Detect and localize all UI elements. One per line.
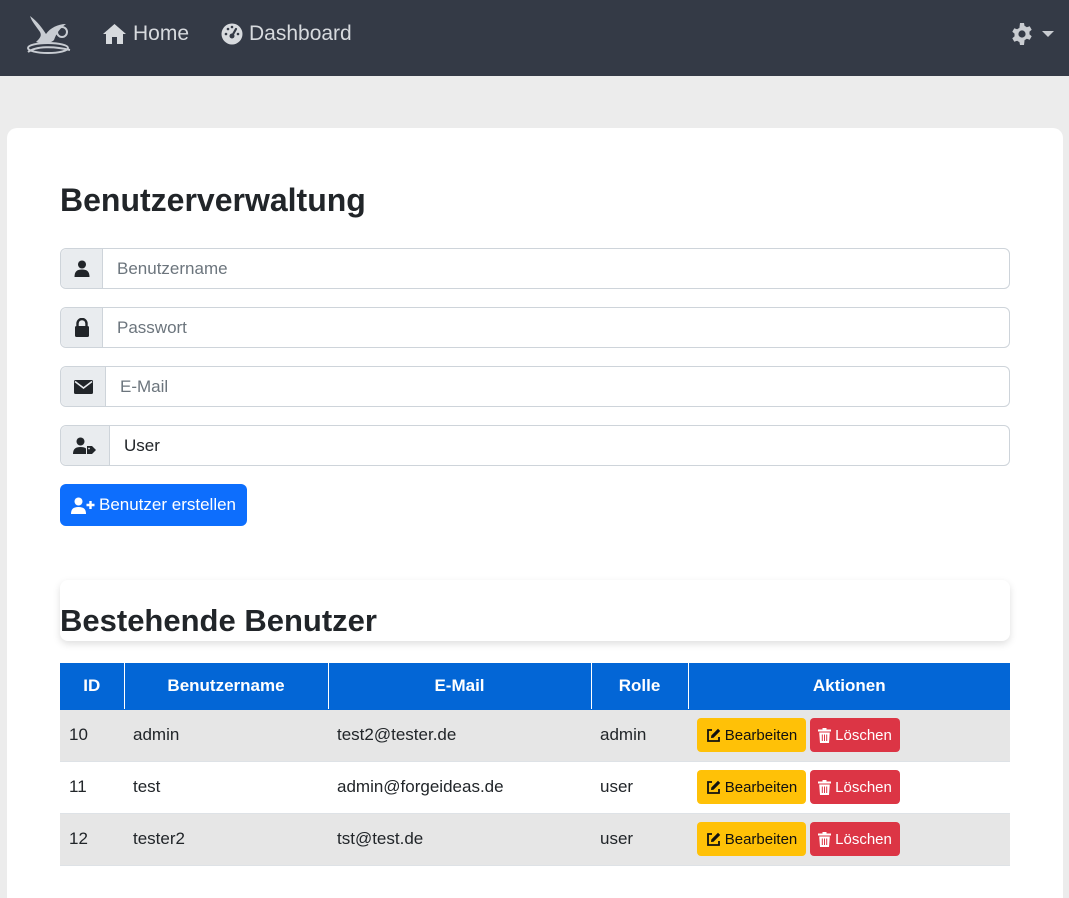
trash-icon (818, 831, 832, 847)
home-icon (103, 24, 126, 44)
user-tag-icon (73, 437, 96, 454)
cell-actions: Bearbeiten Löschen (688, 709, 1010, 762)
password-addon (61, 308, 103, 347)
password-input[interactable] (103, 308, 1009, 347)
users-table: ID Benutzername E-Mail Rolle Aktionen 10… (60, 663, 1010, 866)
column-header-role: Rolle (591, 663, 689, 710)
table-header-row: ID Benutzername E-Mail Rolle Aktionen (60, 663, 1010, 710)
column-header-id: ID (60, 663, 125, 710)
column-header-username: Benutzername (124, 663, 329, 710)
nav-home-label: Home (133, 22, 190, 45)
edit-icon (706, 728, 720, 742)
cell-id: 12 (60, 813, 124, 866)
delete-label: Löschen (835, 778, 892, 796)
column-header-actions: Aktionen (688, 663, 1010, 710)
role-group: User (60, 425, 1010, 466)
edit-label: Bearbeiten (724, 778, 798, 796)
create-user-label: Benutzer erstellen (98, 495, 237, 514)
email-group (60, 366, 1010, 407)
navbar: Home Dashboard (0, 0, 1069, 76)
username-addon (61, 249, 103, 288)
section-title: Bestehende Benutzer (60, 603, 377, 638)
brand-logo[interactable] (24, 12, 74, 58)
username-input[interactable] (103, 249, 1009, 288)
edit-label: Bearbeiten (724, 726, 798, 744)
cell-username: admin (124, 709, 328, 762)
nav-dashboard-label: Dashboard (249, 22, 352, 45)
user-icon (74, 260, 89, 277)
password-group (60, 307, 1010, 348)
edit-button[interactable]: Bearbeiten (697, 770, 806, 804)
cell-email: tst@test.de (328, 813, 591, 866)
cell-id: 11 (60, 761, 124, 814)
cell-username: test (124, 761, 328, 814)
column-header-email: E-Mail (328, 663, 592, 710)
create-user-button[interactable]: Benutzer erstellen (60, 484, 247, 526)
cell-id: 10 (60, 709, 124, 762)
delete-button[interactable]: Löschen (810, 822, 900, 856)
table-row: 11 test admin@forgeideas.de user Bearbei… (60, 761, 1010, 814)
edit-button[interactable]: Bearbeiten (697, 822, 806, 856)
tachometer-icon (221, 23, 243, 45)
delete-label: Löschen (835, 830, 892, 848)
lock-icon (74, 318, 89, 337)
nav-home[interactable]: Home (102, 20, 189, 48)
edit-label: Bearbeiten (724, 830, 798, 848)
role-select[interactable]: User (110, 426, 1009, 465)
delete-label: Löschen (835, 726, 892, 744)
cell-email: admin@forgeideas.de (328, 761, 591, 814)
cell-actions: Bearbeiten Löschen (688, 761, 1010, 814)
cell-actions: Bearbeiten Löschen (688, 813, 1010, 866)
gear-icon (1012, 23, 1032, 45)
table-row: 12 tester2 tst@test.de user Bearbeiten L… (60, 813, 1010, 866)
email-input[interactable] (106, 367, 1009, 406)
edit-icon (706, 780, 720, 794)
cell-role: user (591, 813, 688, 866)
envelope-icon (73, 379, 93, 394)
edit-icon (706, 832, 720, 846)
chevron-down-icon (1042, 31, 1054, 37)
trash-icon (818, 727, 832, 743)
page-title: Benutzerverwaltung (60, 182, 366, 218)
cell-role: user (591, 761, 688, 814)
role-addon (61, 426, 110, 465)
cell-role: admin (591, 709, 688, 762)
delete-button[interactable]: Löschen (810, 718, 900, 752)
email-addon (61, 367, 106, 406)
cell-email: test2@tester.de (328, 709, 591, 762)
bird-logo-icon (27, 16, 71, 54)
settings-dropdown[interactable] (1010, 21, 1054, 47)
table-row: 10 admin test2@tester.de admin Bearbeite… (60, 709, 1010, 762)
trash-icon (818, 779, 832, 795)
cell-username: tester2 (124, 813, 328, 866)
user-plus-icon (70, 497, 95, 514)
username-group (60, 248, 1010, 289)
edit-button[interactable]: Bearbeiten (697, 718, 806, 752)
delete-button[interactable]: Löschen (810, 770, 900, 804)
nav-dashboard[interactable]: Dashboard (221, 20, 352, 48)
